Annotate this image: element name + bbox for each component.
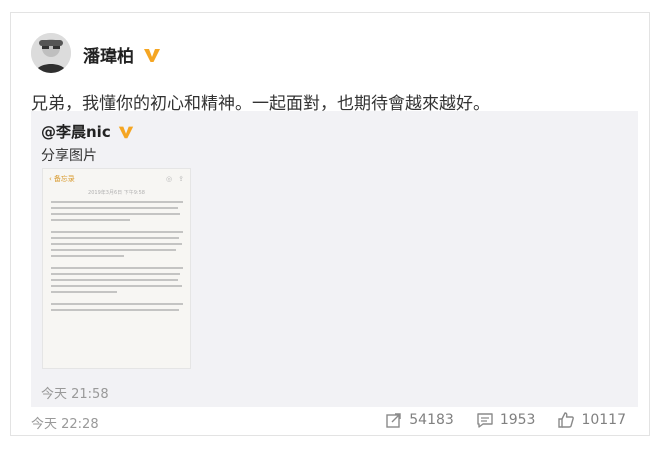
avatar[interactable] [31,33,71,73]
comment-icon [477,413,493,428]
original-author-name[interactable]: @李晨nic [41,121,111,142]
share-button[interactable]: 54183 [385,411,454,429]
thumbnail-body [51,201,183,321]
author-name-row: 潘瑋柏 [83,42,162,67]
thumbnail-date: 2019年3月6日 下午9:58 [88,190,145,196]
thumbnail-paragraph [51,231,183,257]
like-icon [558,412,575,428]
original-timestamp[interactable]: 今天 21:58 [41,383,109,402]
verified-badge-icon [117,123,135,141]
share-out-icon: ⇪ [178,175,184,183]
verified-badge-icon [142,45,162,65]
like-button[interactable]: 10117 [557,411,626,429]
share-count: 54183 [409,412,454,428]
action-bar: 54183 1953 10117 [385,411,626,429]
thumbnail-paragraph [51,303,183,311]
post-timestamp[interactable]: 今天 22:28 [31,413,99,432]
people-icon: ◎ [166,175,173,183]
like-count: 10117 [581,412,626,428]
chevron-left-icon: ‹ [49,175,52,183]
thumbnail-paragraph [51,201,183,221]
shared-image-thumbnail[interactable]: ‹ 备忘录 ◎ ⇪ 2019年3月6日 下午9:58 [42,168,191,369]
share-icon [386,413,401,428]
thumbnail-back: ‹ 备忘录 [49,174,75,184]
thumbnail-toolbar: ‹ 备忘录 ◎ ⇪ [43,169,190,189]
thumbnail-paragraph [51,267,183,293]
repost-block[interactable]: @李晨nic 分享图片 ‹ 备忘录 ◎ ⇪ 2019年3月6日 下午9:58 今… [31,111,638,407]
weibo-card: 潘瑋柏 兄弟，我懂你的初心和精神。一起面對，也期待會越來越好。 @李晨nic 分… [10,12,650,436]
comment-count: 1953 [499,412,536,428]
thumbnail-icons: ◎ ⇪ [166,175,184,183]
thumbnail-back-label: 备忘录 [53,175,75,183]
original-text: 分享图片 [41,148,97,164]
original-author-row: @李晨nic [41,121,135,142]
author-name[interactable]: 潘瑋柏 [83,42,134,67]
comment-button[interactable]: 1953 [476,411,536,429]
